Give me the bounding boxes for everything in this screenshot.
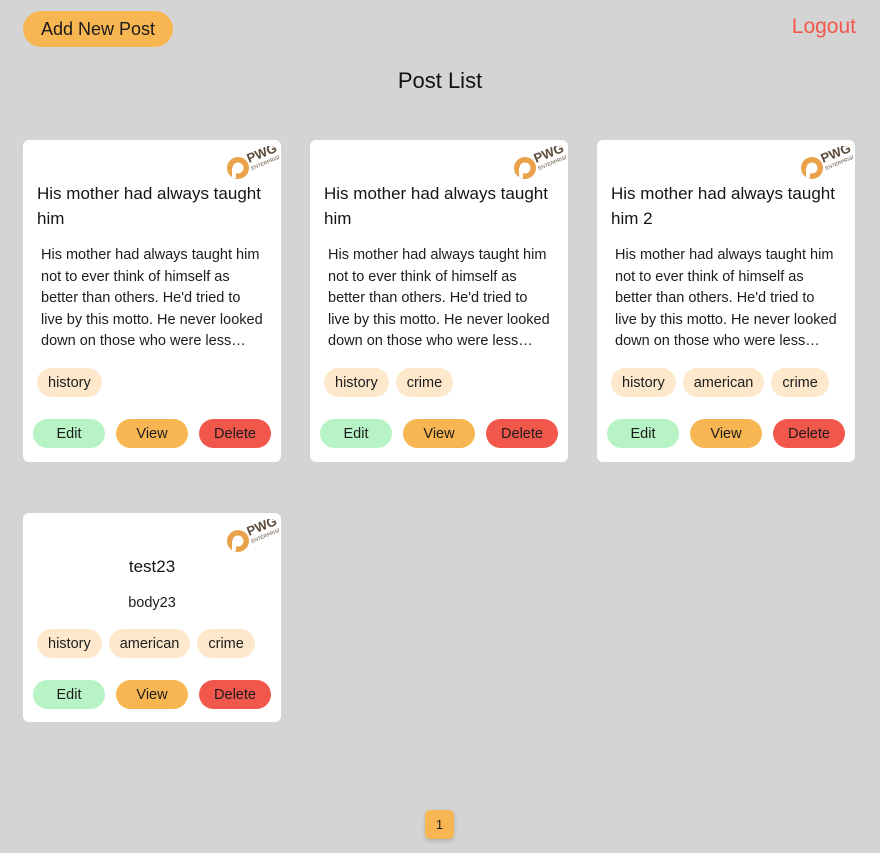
edit-button[interactable]: Edit: [607, 419, 679, 448]
post-body: His mother had always taught him not to …: [41, 247, 263, 350]
tag: history: [611, 368, 676, 397]
delete-button[interactable]: Delete: [199, 680, 271, 709]
logout-link[interactable]: Logout: [792, 15, 856, 39]
view-button[interactable]: View: [116, 419, 188, 448]
pwg-logo-icon: PWG ENTERPRISE: [514, 146, 566, 179]
post-body: His mother had always taught him not to …: [328, 247, 550, 350]
view-button[interactable]: View: [403, 419, 475, 448]
tag: crime: [197, 629, 255, 658]
post-card: PWG ENTERPRISE test23 body23 history ame…: [23, 513, 281, 722]
delete-button[interactable]: Delete: [199, 419, 271, 448]
card-actions: Edit View Delete: [33, 419, 271, 448]
delete-button[interactable]: Delete: [486, 419, 558, 448]
edit-button[interactable]: Edit: [33, 419, 105, 448]
pwg-logo-icon: PWG ENTERPRISE: [801, 146, 853, 179]
post-card: PWG ENTERPRISE His mother had always tau…: [23, 140, 281, 462]
tag: history: [37, 629, 102, 658]
view-button[interactable]: View: [116, 680, 188, 709]
post-title: His mother had always taught him: [324, 184, 548, 228]
post-title: His mother had always taught him: [37, 184, 261, 228]
pwg-logo-icon: PWG ENTERPRISE: [227, 146, 279, 179]
view-button[interactable]: View: [690, 419, 762, 448]
post-body: His mother had always taught him not to …: [615, 247, 837, 350]
card-actions: Edit View Delete: [33, 680, 271, 709]
edit-button[interactable]: Edit: [33, 680, 105, 709]
tag-list: history american crime: [37, 629, 255, 658]
post-title: His mother had always taught him 2: [611, 184, 835, 228]
post-title: test23: [128, 557, 176, 576]
page-title: Post List: [397, 68, 483, 93]
tag-list: history: [37, 368, 102, 397]
tag-list: history crime: [324, 368, 454, 397]
tag: american: [682, 368, 765, 397]
delete-button[interactable]: Delete: [773, 419, 845, 448]
tag: american: [108, 629, 191, 658]
pagination-page-button[interactable]: 1: [425, 810, 454, 839]
card-actions: Edit View Delete: [320, 419, 558, 448]
tag-list: history american crime: [611, 368, 829, 397]
add-new-post-button[interactable]: Add New Post: [23, 11, 173, 47]
post-card: PWG ENTERPRISE His mother had always tau…: [310, 140, 568, 462]
post-card: PWG ENTERPRISE His mother had always tau…: [597, 140, 855, 462]
tag: history: [324, 368, 389, 397]
post-body: body23: [128, 595, 176, 611]
card-actions: Edit View Delete: [607, 419, 845, 448]
tag: crime: [395, 368, 454, 397]
edit-button[interactable]: Edit: [320, 419, 392, 448]
tag: history: [37, 368, 102, 397]
pwg-logo-icon: PWG ENTERPRISE: [227, 519, 279, 552]
tag: crime: [771, 368, 829, 397]
